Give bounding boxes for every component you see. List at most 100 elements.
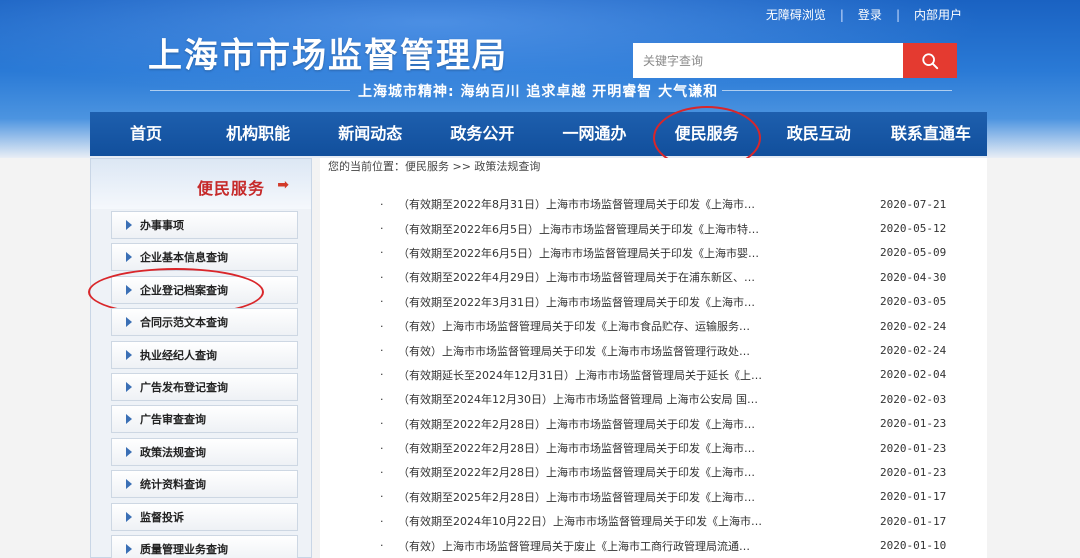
list-item-date: 2020-01-23 xyxy=(880,417,947,431)
triangle-right-icon xyxy=(126,543,132,554)
sidebar-item-enterprise-info[interactable]: 企业基本信息查询 xyxy=(111,243,298,272)
bullet-icon: · xyxy=(380,222,384,236)
login-link[interactable]: 登录 xyxy=(858,6,882,23)
sidebar-item-ad-registration[interactable]: 广告发布登记查询 xyxy=(111,372,298,401)
bullet-icon: · xyxy=(380,295,384,309)
main-content: 您的当前位置：便民服务 >> 政策法规查询 · （有效期至2022年8月31日）上… xyxy=(320,158,987,558)
list-item-date: 2020-01-23 xyxy=(880,465,947,479)
sidebar-menu: 办事事项 企业基本信息查询 企业登记档案查询 合同示范文本查询 执业经纪人查询 … xyxy=(88,211,298,558)
list-item-title[interactable]: （有效期至2024年12月30日）上海市市场监督管理局 上海市公安局 国… xyxy=(398,391,868,407)
sidebar-header: 便民服务 ➡ xyxy=(91,159,311,209)
triangle-right-icon xyxy=(126,381,132,392)
triangle-right-icon xyxy=(126,252,132,263)
sidebar-item-label: 执业经纪人查询 xyxy=(140,348,217,362)
separator: | xyxy=(839,7,844,22)
list-item-title[interactable]: （有效）上海市市场监督管理局关于废止《上海市工商行政管理局流通… xyxy=(398,538,868,554)
nav-item-organization[interactable]: 机构职能 xyxy=(202,112,314,156)
site-title: 上海市市场监督管理局 xyxy=(148,36,508,76)
list-item[interactable]: · （有效期至2025年2月28日）上海市市场监督管理局关于印发《上海市… 2020… xyxy=(380,485,980,509)
sidebar-item-complaint[interactable]: 监督投诉 xyxy=(111,502,298,531)
list-item-date: 2020-01-17 xyxy=(880,490,947,504)
separator: | xyxy=(895,7,900,22)
breadcrumb: 您的当前位置：便民服务 >> 政策法规查询 xyxy=(328,158,540,174)
list-item-date: 2020-04-30 xyxy=(880,270,947,284)
list-item[interactable]: · （有效期至2022年3月31日）上海市市场监督管理局关于印发《上海市… 2020… xyxy=(380,290,980,314)
list-item-date: 2020-02-03 xyxy=(880,392,947,406)
accessibility-link[interactable]: 无障碍浏览 xyxy=(766,6,826,23)
sidebar: 便民服务 ➡ 办事事项 企业基本信息查询 企业登记档案查询 合同示范文本查询 执… xyxy=(88,158,312,558)
nav-item-government-affairs[interactable]: 政务公开 xyxy=(426,112,538,156)
list-item[interactable]: · （有效期至2024年10月22日）上海市市场监督管理局关于印发《上海市… 202… xyxy=(380,509,980,533)
list-item-date: 2020-01-23 xyxy=(880,441,947,455)
triangle-right-icon xyxy=(126,317,132,328)
list-item[interactable]: · （有效期至2022年2月28日）上海市市场监督管理局关于印发《上海市… 2020… xyxy=(380,460,980,484)
sidebar-item-ad-review[interactable]: 广告审查查询 xyxy=(111,405,298,434)
breadcrumb-path[interactable]: 便民服务 >> 政策法规查询 xyxy=(405,160,540,173)
nav-item-interaction[interactable]: 政民互动 xyxy=(763,112,875,156)
bullet-icon: · xyxy=(380,465,384,479)
policy-list: · （有效期至2022年8月31日）上海市市场监督管理局关于印发《上海市… 2020… xyxy=(380,192,980,558)
nav-item-home[interactable]: 首页 xyxy=(90,112,202,156)
triangle-right-icon xyxy=(126,220,132,230)
slogan-divider-right xyxy=(722,90,952,91)
list-item-title[interactable]: （有效期至2022年3月31日）上海市市场监督管理局关于印发《上海市… xyxy=(398,294,868,310)
list-item-date: 2020-05-09 xyxy=(880,246,947,260)
list-item-title[interactable]: （有效期至2022年6月5日）上海市市场监督管理局关于印发《上海市婴… xyxy=(398,245,868,261)
sidebar-item-policy[interactable]: 政策法规查询 xyxy=(111,437,298,466)
list-item-title[interactable]: （有效期延长至2024年12月31日）上海市市场监督管理局关于延长《上… xyxy=(398,367,868,383)
bullet-icon: · xyxy=(380,319,384,333)
list-item-title[interactable]: （有效）上海市市场监督管理局关于印发《上海市市场监督管理行政处… xyxy=(398,343,868,359)
list-item[interactable]: · （有效期至2024年12月30日）上海市市场监督管理局 上海市公安局 国… 20… xyxy=(380,387,980,411)
sidebar-item-registration-archive[interactable]: 企业登记档案查询 xyxy=(88,267,298,316)
list-item-title[interactable]: （有效期至2022年2月28日）上海市市场监督管理局关于印发《上海市… xyxy=(398,440,868,456)
sidebar-item-contract-template[interactable]: 合同示范文本查询 xyxy=(111,308,298,337)
list-item[interactable]: · （有效期至2022年8月31日）上海市市场监督管理局关于印发《上海市… 2020… xyxy=(380,192,980,216)
bullet-icon: · xyxy=(380,490,384,504)
list-item-title[interactable]: （有效期至2022年4月29日）上海市市场监督管理局关于在浦东新区、… xyxy=(398,269,868,285)
list-item-title[interactable]: （有效期至2025年2月28日）上海市市场监督管理局关于印发《上海市… xyxy=(398,489,868,505)
list-item[interactable]: · （有效）上海市市场监督管理局关于印发《上海市市场监督管理行政处… 2020-02… xyxy=(380,338,980,362)
nav-item-contact[interactable]: 联系直通车 xyxy=(875,112,987,156)
list-item-date: 2020-05-12 xyxy=(880,222,947,236)
sidebar-item-label: 质量管理业务查询 xyxy=(140,542,228,556)
list-item[interactable]: · （有效期至2022年6月5日）上海市市场监督管理局关于印发《上海市婴… 2020… xyxy=(380,241,980,265)
bullet-icon: · xyxy=(380,344,384,358)
list-item[interactable]: · （有效期至2022年2月28日）上海市市场监督管理局关于印发《上海市… 2020… xyxy=(380,412,980,436)
list-item-title[interactable]: （有效期至2024年10月22日）上海市市场监督管理局关于印发《上海市… xyxy=(398,513,868,529)
triangle-right-icon xyxy=(126,479,132,490)
list-item[interactable]: · （有效）上海市市场监督管理局关于废止《上海市工商行政管理局流通… 2020-01… xyxy=(380,533,980,557)
search-input[interactable] xyxy=(633,43,903,78)
internal-user-link[interactable]: 内部用户 xyxy=(914,6,962,23)
list-item-title[interactable]: （有效期至2022年2月28日）上海市市场监督管理局关于印发《上海市… xyxy=(398,464,868,480)
sidebar-item-label: 合同示范文本查询 xyxy=(140,316,228,330)
list-item-title[interactable]: （有效）上海市市场监督管理局关于印发《上海市食品贮存、运输服务… xyxy=(398,318,868,334)
list-item-date: 2020-01-17 xyxy=(880,514,947,528)
sidebar-item-label: 监督投诉 xyxy=(140,510,184,524)
sidebar-item-label: 政策法规查询 xyxy=(140,445,206,459)
list-item[interactable]: · （有效期至2022年6月5日）上海市市场监督管理局关于印发《上海市特… 2020… xyxy=(380,216,980,240)
bullet-icon: · xyxy=(380,246,384,260)
nav-item-news[interactable]: 新闻动态 xyxy=(314,112,426,156)
sidebar-item-services[interactable]: 办事事项 xyxy=(111,211,298,239)
list-item[interactable]: · （有效）上海市市场监督管理局关于印发《上海市食品贮存、运输服务… 2020-02… xyxy=(380,314,980,338)
main-nav: 首页 机构职能 新闻动态 政务公开 一网通办 便民服务 政民互动 联系直通车 xyxy=(90,106,987,170)
sidebar-item-statistics[interactable]: 统计资料查询 xyxy=(111,470,298,499)
slogan-divider-left xyxy=(150,90,350,91)
list-item[interactable]: · （有效期至2022年2月28日）上海市市场监督管理局关于印发《上海市… 2020… xyxy=(380,436,980,460)
list-item-title[interactable]: （有效期至2022年8月31日）上海市市场监督管理局关于印发《上海市… xyxy=(398,196,868,212)
bullet-icon: · xyxy=(380,368,384,382)
search-button[interactable] xyxy=(903,43,957,78)
sidebar-item-quality[interactable]: 质量管理业务查询 xyxy=(111,534,298,558)
list-item-date: 2020-07-21 xyxy=(880,197,947,211)
city-slogan: 上海城市精神: 海纳百川 追求卓越 开明睿智 大气谦和 xyxy=(358,84,719,100)
arrow-right-icon: ➡ xyxy=(277,177,289,193)
sidebar-item-label: 办事事项 xyxy=(140,219,184,232)
list-item[interactable]: · （有效期至2022年4月29日）上海市市场监督管理局关于在浦东新区、… 2020… xyxy=(380,265,980,289)
sidebar-item-broker[interactable]: 执业经纪人查询 xyxy=(111,340,298,369)
nav-item-one-network[interactable]: 一网通办 xyxy=(539,112,651,156)
list-item-title[interactable]: （有效期至2022年2月28日）上海市市场监督管理局关于印发《上海市… xyxy=(398,416,868,432)
nav-item-public-service[interactable]: 便民服务 xyxy=(651,106,763,170)
list-item-title[interactable]: （有效期至2022年6月5日）上海市市场监督管理局关于印发《上海市特… xyxy=(398,221,868,237)
list-item[interactable]: · （有效期延长至2024年12月31日）上海市市场监督管理局关于延长《上… 202… xyxy=(380,363,980,387)
triangle-right-icon xyxy=(126,446,132,457)
